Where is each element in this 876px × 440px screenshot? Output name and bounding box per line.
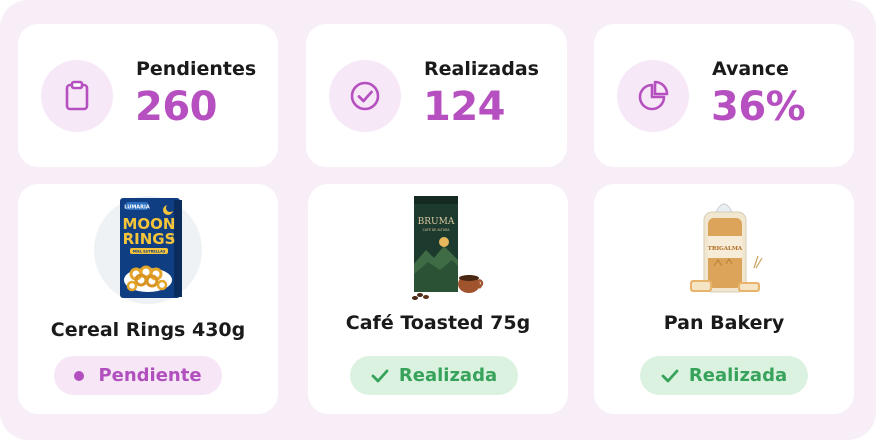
product-card[interactable]: TRIGALMA Pan Bakery Realizada	[594, 184, 854, 414]
status-badge-pending[interactable]: Pendiente	[54, 356, 222, 395]
svg-text:MIEL ESTRELLAS: MIEL ESTRELLAS	[133, 250, 166, 254]
clipboard-icon	[41, 60, 113, 132]
status-label: Realizada	[688, 365, 788, 386]
svg-text:RINGS: RINGS	[123, 230, 176, 248]
svg-text:BRUMA: BRUMA	[418, 217, 455, 227]
dashboard-panel: Pendientes 260 Realizadas 124 Avance 36%	[0, 0, 876, 440]
stat-label: Realizadas	[424, 58, 539, 80]
pie-chart-icon	[617, 60, 689, 132]
svg-text:TRIGALMA: TRIGALMA	[708, 246, 743, 252]
stat-value: 260	[135, 84, 218, 130]
product-name: Pan Bakery	[663, 312, 785, 334]
status-badge-done[interactable]: Realizada	[350, 356, 518, 395]
check-icon	[661, 369, 679, 383]
bread-loaf-image: TRIGALMA	[594, 196, 854, 304]
cereal-box-image: LUMARIA MOON RINGS MIEL ESTRELLAS	[18, 196, 278, 304]
stat-value: 36%	[711, 84, 806, 130]
svg-text:LUMARIA: LUMARIA	[124, 205, 150, 211]
coffee-bag-image: BRUMA CAFÉ DE ALTURA	[308, 196, 568, 304]
dot-icon	[74, 370, 85, 381]
product-name: Cereal Rings 430g	[50, 319, 246, 341]
svg-text:CAFÉ DE ALTURA: CAFÉ DE ALTURA	[423, 227, 451, 232]
product-card[interactable]: LUMARIA MOON RINGS MIEL ESTRELLAS Cereal…	[18, 184, 278, 414]
check-icon	[371, 369, 389, 383]
status-label: Pendiente	[98, 365, 202, 386]
product-card[interactable]: BRUMA CAFÉ DE ALTURA Café Toasted 75g Re…	[308, 184, 568, 414]
stat-card-progress: Avance 36%	[594, 24, 854, 167]
status-badge-done[interactable]: Realizada	[640, 356, 808, 395]
stat-label: Avance	[712, 58, 789, 80]
check-circle-icon	[329, 60, 401, 132]
status-label: Realizada	[398, 365, 498, 386]
product-name: Café Toasted 75g	[345, 312, 531, 334]
stat-value: 124	[423, 84, 506, 130]
stat-card-done: Realizadas 124	[306, 24, 567, 167]
stat-card-pending: Pendientes 260	[18, 24, 278, 167]
stat-label: Pendientes	[136, 58, 257, 80]
